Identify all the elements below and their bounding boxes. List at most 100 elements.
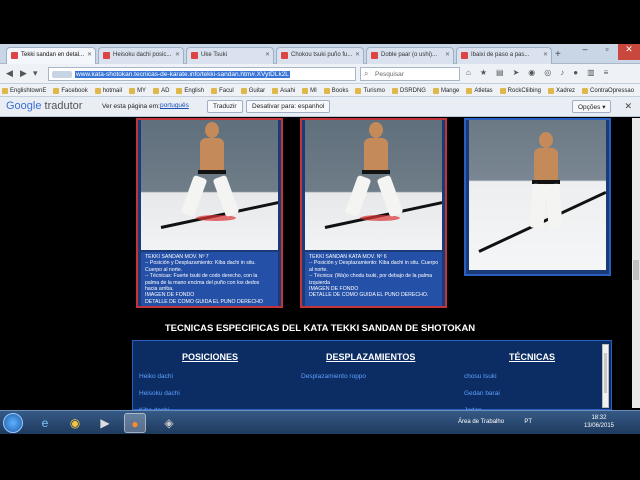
bookmark-item[interactable]: Xadrez — [548, 86, 575, 96]
figure-belt — [198, 170, 226, 174]
back-icon[interactable]: ◀ — [6, 68, 13, 79]
bookmark-icon — [499, 88, 506, 94]
figure-torso — [364, 138, 388, 174]
scrollbar-thumb[interactable] — [604, 353, 607, 393]
kata-image — [305, 120, 442, 250]
history-icon[interactable]: ▾ — [33, 68, 38, 79]
close-tab-icon[interactable]: ✕ — [543, 51, 548, 58]
ie-icon[interactable]: e — [34, 413, 56, 433]
bookmark-icon — [211, 88, 218, 94]
firefox-icon[interactable]: ● — [124, 413, 146, 433]
technique-link[interactable]: Heisoku dachi — [139, 390, 180, 397]
chrome-icon[interactable]: ◉ — [64, 413, 86, 433]
tab-heisoku[interactable]: Heisoku dachi posic... ✕ — [98, 47, 184, 64]
bookmark-icon — [432, 88, 439, 94]
table-scrollbar[interactable] — [602, 344, 609, 408]
bookmark-item[interactable]: MI — [302, 86, 317, 96]
bookmark-item[interactable]: Guitar — [240, 86, 265, 96]
figure-head — [205, 122, 219, 138]
menu-icon[interactable]: ≡ — [604, 68, 609, 77]
clipboard-icon[interactable]: ▥ — [587, 68, 595, 77]
close-translate-icon[interactable]: ✕ — [624, 101, 632, 112]
bookmark-item[interactable]: Facebook — [53, 86, 88, 96]
technique-link[interactable]: chosu tsuki — [464, 373, 497, 380]
bookmark-item[interactable]: Turismo — [355, 86, 385, 96]
bookmark-icon — [355, 88, 362, 94]
disable-translate-button[interactable]: Desativar para: espanhol — [246, 100, 331, 113]
language-indicator[interactable]: PT — [524, 419, 532, 425]
close-tab-icon[interactable]: ✕ — [175, 51, 180, 58]
favicon-icon — [281, 52, 288, 59]
section-heading: TECNICAS ESPECIFICAS DEL KATA TEKKI SAND… — [164, 323, 476, 334]
close-tab-icon[interactable]: ✕ — [265, 51, 270, 58]
window-controls: – ▫ ✕ — [574, 44, 640, 62]
forward-icon[interactable]: ▶ — [20, 68, 27, 79]
bookmark-icon — [176, 88, 183, 94]
bookmark-icon — [391, 88, 398, 94]
addon-icon[interactable]: ◉ — [528, 68, 535, 77]
bookmark-item[interactable]: Atletas — [466, 86, 493, 96]
bookmark-item[interactable]: DSRDNG — [391, 86, 426, 96]
bookmark-item[interactable]: English — [176, 86, 204, 96]
tab-chokou-tsuki[interactable]: Chokou tsuki puño fu... ✕ — [276, 47, 364, 64]
floor-mark — [196, 215, 236, 221]
favicon-icon — [371, 52, 378, 59]
clock[interactable]: 18:32 13/06/2015 — [584, 414, 614, 430]
bookmark-item[interactable]: Mange — [432, 86, 459, 96]
options-button[interactable]: Opções ▾ — [572, 100, 612, 113]
bookmark-item[interactable]: MY — [129, 86, 146, 96]
maximize-icon[interactable]: ▫ — [596, 44, 618, 60]
site-identity-icon[interactable] — [52, 71, 72, 78]
bookmark-item[interactable]: RockCliibing — [499, 86, 541, 96]
tab-tekki-sandan[interactable]: Tekki sandan en detal... ✕ — [6, 47, 96, 64]
home-icon[interactable]: ⌂ — [466, 68, 471, 77]
app-icon[interactable]: ◈ — [158, 413, 180, 433]
desktop-toolbar[interactable]: Área de Trabalho — [458, 419, 504, 425]
technique-link[interactable]: Gedan barai — [464, 390, 500, 397]
address-bar[interactable]: www.kata-shotokan.tecnicas-de-karate.inf… — [48, 67, 356, 81]
kata-panel-mov6: TEKKI SANDAN KATA MOV. Nº 6 -- Posición … — [300, 118, 447, 308]
translate-bar: Google tradutor Ver esta página em: port… — [0, 97, 640, 117]
page-scrollbar[interactable] — [632, 118, 640, 408]
bookmark-item[interactable]: Books — [323, 86, 348, 96]
figure-head — [539, 132, 553, 148]
addon3-icon[interactable]: ♪ — [560, 68, 564, 77]
kata-image — [469, 120, 606, 270]
start-button[interactable] — [3, 413, 23, 433]
technique-link[interactable]: Heiko dachi — [139, 373, 173, 380]
search-icon: ⌕ — [364, 69, 369, 78]
close-tab-icon[interactable]: ✕ — [87, 51, 92, 58]
media-player-icon[interactable]: ▶ — [94, 413, 116, 433]
bookmark-star-icon[interactable]: ★ — [480, 68, 487, 77]
bookmark-item[interactable]: EnglishtownE — [2, 86, 46, 96]
toolbar-icons: ⌂ ★ ▤ ➤ ◉ ◎ ♪ ● ▥ ≡ — [466, 68, 608, 77]
addon2-icon[interactable]: ◎ — [544, 68, 551, 77]
page-scrollbar-thumb[interactable] — [633, 260, 639, 280]
bookmark-item[interactable]: Facul — [211, 86, 234, 96]
favicon-icon — [11, 52, 18, 59]
addon4-icon[interactable]: ● — [573, 68, 578, 77]
bookmark-item[interactable]: hotmail — [94, 86, 122, 96]
bookmark-item[interactable]: Asahi — [272, 86, 295, 96]
bookmark-item[interactable]: AD — [153, 86, 169, 96]
search-box[interactable]: ⌕ Pesquisar — [360, 67, 460, 81]
bookmark-icon — [582, 88, 589, 94]
technique-link[interactable]: Desplazamiento roppo — [301, 373, 366, 380]
bookmarks-menu-icon[interactable]: ▤ — [496, 68, 504, 77]
figure-leg — [212, 174, 240, 218]
column-header: POSICIONES — [182, 352, 239, 362]
language-select[interactable]: português — [160, 102, 189, 109]
tab-doble-paar[interactable]: Doble paar (o ushi)... ✕ — [366, 47, 454, 64]
close-tab-icon[interactable]: ✕ — [445, 51, 450, 58]
close-tab-icon[interactable]: ✕ — [355, 51, 360, 58]
new-tab-icon[interactable]: + — [555, 49, 561, 60]
close-window-icon[interactable]: ✕ — [618, 44, 640, 60]
bookmark-item[interactable]: ContraOpressao — [582, 86, 634, 96]
favicon-icon — [461, 52, 468, 59]
tab-ibaixi[interactable]: Ibaixi de paso a pas... ✕ — [456, 47, 552, 64]
figure-leg — [545, 183, 563, 229]
send-icon[interactable]: ➤ — [513, 68, 520, 77]
translate-button[interactable]: Traduzir — [207, 100, 243, 113]
tab-uke-tsuki[interactable]: Uke Tsuki ✕ — [186, 47, 274, 64]
minimize-icon[interactable]: – — [574, 44, 596, 60]
